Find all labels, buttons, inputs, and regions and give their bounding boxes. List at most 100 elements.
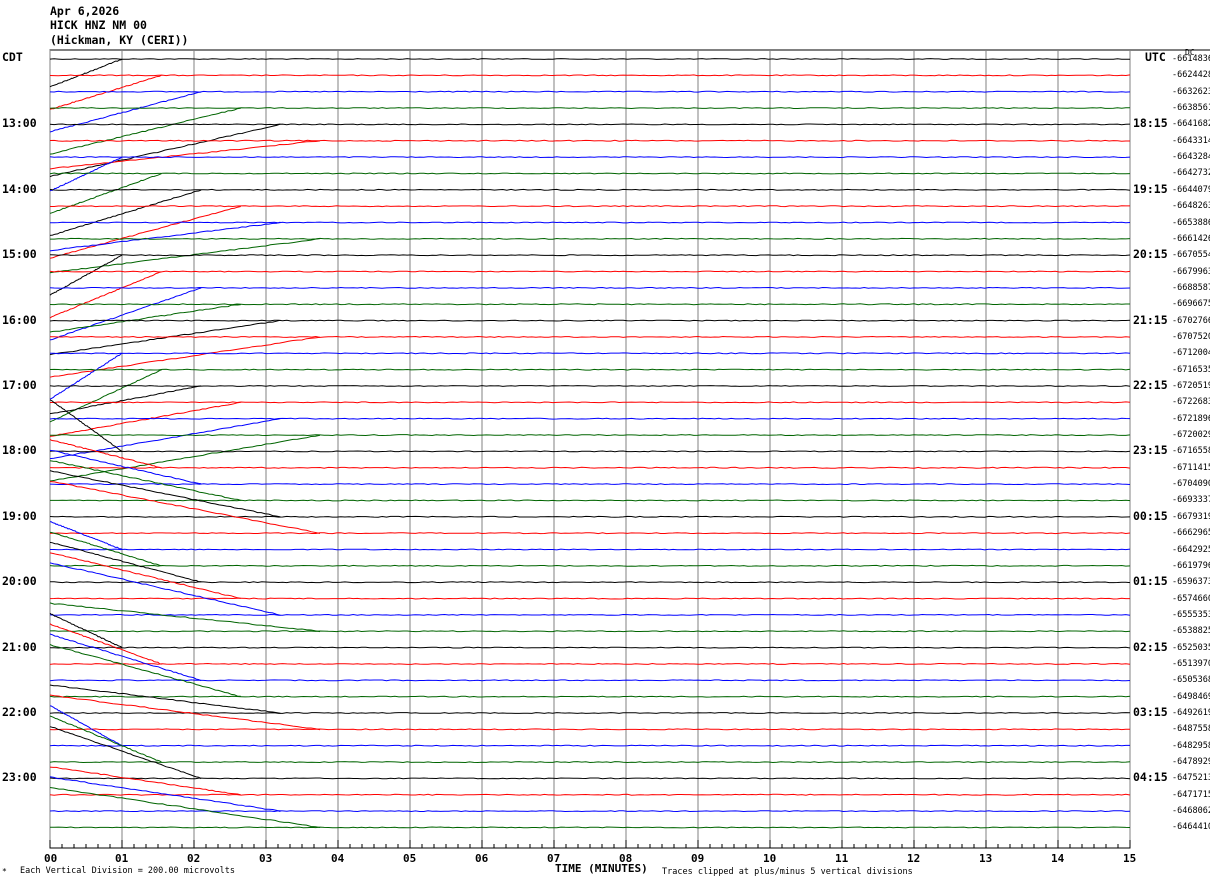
trace-drift-8 bbox=[49, 189, 202, 236]
x-tick-label: 05 bbox=[403, 852, 417, 865]
dc-offset-label: -6513970 bbox=[1172, 658, 1210, 669]
trace-line-27 bbox=[50, 499, 1131, 502]
trace-line-20 bbox=[49, 385, 1131, 387]
trace-drift-12 bbox=[49, 254, 123, 296]
trace-drift-43 bbox=[49, 715, 162, 763]
dc-offset-label: -6619796 bbox=[1172, 560, 1210, 571]
x-tick-label: 04 bbox=[331, 852, 345, 865]
dc-offset-label: -6487558 bbox=[1172, 724, 1210, 735]
x-tick-label: 10 bbox=[763, 852, 777, 865]
left-time-label: 13:00 bbox=[2, 116, 37, 131]
trace-drift-19 bbox=[49, 369, 162, 423]
trace-line-14 bbox=[49, 286, 1131, 289]
right-time-label: 22:15 bbox=[1133, 378, 1168, 392]
trace-line-40 bbox=[49, 712, 1131, 714]
trace-drift-46 bbox=[49, 776, 281, 812]
x-tick-label: 06 bbox=[475, 852, 489, 865]
trace-drift-13 bbox=[49, 271, 162, 319]
trace-drift-42 bbox=[49, 705, 123, 747]
plot-frame bbox=[49, 49, 1131, 849]
trace-line-8 bbox=[49, 188, 1131, 191]
trace-line-22 bbox=[49, 417, 1131, 420]
trace-drift-23 bbox=[49, 434, 321, 482]
dc-offset-label: -6720519 bbox=[1172, 381, 1210, 391]
dc-offset-label: -6525035 bbox=[1172, 642, 1210, 653]
dc-offset-label: -6464410 bbox=[1172, 822, 1210, 833]
trace-line-19 bbox=[49, 368, 1131, 371]
dc-offset-label: -6482958 bbox=[1172, 740, 1210, 751]
dc-offset-label: -6574660 bbox=[1172, 593, 1210, 604]
right-timezone-label: UTC bbox=[1145, 50, 1166, 64]
dc-offset-label: -6468062 bbox=[1172, 806, 1210, 817]
dc-offset-label: -6648263 bbox=[1172, 201, 1210, 212]
trace-drift-20 bbox=[49, 385, 202, 415]
trace-drift-32 bbox=[49, 541, 202, 583]
dc-offset-label: -6538825 bbox=[1172, 626, 1210, 637]
x-tick-label: 15 bbox=[1123, 852, 1137, 865]
left-time-label: 15:00 bbox=[2, 247, 37, 262]
dc-offset-label: -6555353 bbox=[1172, 609, 1210, 620]
trace-drift-14 bbox=[49, 287, 202, 341]
dc-offset-label: -6722683 bbox=[1172, 397, 1210, 408]
trace-drift-9 bbox=[49, 206, 241, 259]
dc-offset-label: -6696675 bbox=[1172, 299, 1210, 310]
trace-line-2 bbox=[49, 90, 1131, 93]
trace-drift-44 bbox=[49, 726, 202, 780]
x-tick-label: 13 bbox=[979, 852, 993, 865]
trace-line-5 bbox=[49, 139, 1130, 142]
dc-offset-label: -6670554 bbox=[1172, 250, 1210, 261]
left-time-label: 20:00 bbox=[2, 574, 37, 589]
dc-offset-label: -6716558 bbox=[1172, 446, 1210, 457]
x-tick-label: 01 bbox=[115, 852, 129, 865]
trace-drift-18 bbox=[49, 353, 123, 400]
x-tick-label: 03 bbox=[259, 852, 273, 865]
x-tick-label: 09 bbox=[691, 852, 705, 865]
left-time-label: 22:00 bbox=[2, 705, 37, 719]
trace-line-17 bbox=[50, 335, 1131, 338]
right-time-label: 20:15 bbox=[1133, 247, 1168, 262]
trace-line-36 bbox=[49, 646, 1131, 649]
trace-line-34 bbox=[49, 613, 1131, 616]
dc-offset-label: -6712004 bbox=[1172, 348, 1210, 359]
trace-line-13 bbox=[49, 270, 1131, 273]
trace-line-41 bbox=[49, 728, 1131, 731]
trace-drift-7 bbox=[49, 173, 162, 214]
right-time-label: 01:15 bbox=[1133, 574, 1168, 589]
footer-clip-note: Traces clipped at plus/minus 5 vertical … bbox=[662, 867, 913, 877]
trace-drift-17 bbox=[49, 336, 321, 378]
dc-offset-label: -6644079 bbox=[1172, 184, 1210, 195]
dc-offset-label: -6704090 bbox=[1172, 479, 1210, 490]
left-time-label: 16:00 bbox=[2, 312, 37, 327]
trace-line-21 bbox=[50, 401, 1131, 404]
trace-drift-4 bbox=[49, 123, 281, 178]
trace-line-4 bbox=[49, 123, 1131, 126]
left-time-label: 21:00 bbox=[2, 639, 37, 654]
dc-offset-label: -6478929 bbox=[1172, 757, 1210, 768]
x-tick-label: 00 bbox=[44, 852, 58, 865]
footer-division-note: Each Vertical Division = 200.00 microvol… bbox=[20, 866, 235, 876]
dc-offset-label: -6642732 bbox=[1172, 168, 1210, 179]
dc-offset-label: -6716535 bbox=[1172, 364, 1210, 375]
trace-line-31 bbox=[49, 564, 1131, 567]
trace-line-45 bbox=[49, 793, 1131, 796]
x-tick-label: 11 bbox=[835, 852, 849, 865]
x-tick-label: 12 bbox=[907, 852, 921, 865]
trace-line-35 bbox=[49, 630, 1131, 633]
dc-offset-label: -6662965 bbox=[1172, 528, 1210, 539]
header-station: HICK HNZ NM 00 bbox=[50, 18, 147, 32]
trace-line-30 bbox=[50, 548, 1131, 551]
trace-drift-36 bbox=[49, 612, 123, 648]
footer-mark: * bbox=[2, 867, 7, 876]
trace-line-26 bbox=[49, 483, 1131, 486]
dc-offset-label: -6624428 bbox=[1172, 70, 1210, 81]
right-time-label: 02:15 bbox=[1133, 639, 1168, 654]
trace-drift-2 bbox=[49, 91, 202, 133]
dc-offset-label: -6642925 bbox=[1172, 544, 1210, 555]
trace-line-29 bbox=[49, 532, 1131, 535]
trace-line-28 bbox=[49, 515, 1131, 518]
trace-drift-37 bbox=[49, 623, 162, 665]
dc-offset-label: -6707520 bbox=[1172, 331, 1210, 342]
dc-offset-label: -6475213 bbox=[1172, 773, 1210, 784]
right-time-label: 23:15 bbox=[1133, 443, 1168, 458]
trace-drift-38 bbox=[49, 633, 202, 682]
